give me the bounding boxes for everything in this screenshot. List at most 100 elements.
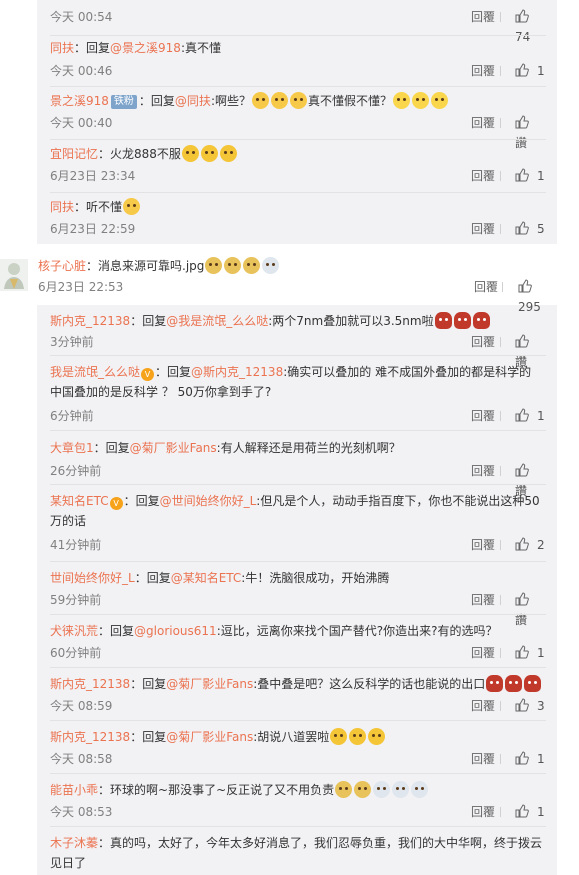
comment-time: 41分钟前 xyxy=(50,538,102,552)
like-button[interactable]: 1 xyxy=(515,643,545,663)
username-link[interactable]: 斯内克_12138 xyxy=(50,314,130,328)
reply-button[interactable]: 回覆 xyxy=(474,277,498,297)
mention-link[interactable]: @同扶 xyxy=(175,94,211,108)
thumbs-up-icon xyxy=(515,592,529,606)
username-link[interactable]: 能苗小乖 xyxy=(50,783,98,797)
reply-prefix: ：回复 xyxy=(74,41,111,55)
laughing-emoji-icon xyxy=(412,92,429,109)
username-link[interactable]: 我是流氓_么么哒 xyxy=(50,365,140,379)
reply-button[interactable]: 回覆 xyxy=(471,590,495,610)
divider xyxy=(500,118,501,128)
thumbs-up-icon xyxy=(515,645,529,659)
main-comment: 核子心脏：消息来源可靠吗.jpg xyxy=(38,256,280,276)
reply-button[interactable]: 回覆 xyxy=(471,696,495,716)
thumbs-up-icon xyxy=(515,537,529,551)
divider xyxy=(500,171,501,181)
like-count: 1 xyxy=(537,64,545,78)
like-button[interactable]: 5 xyxy=(515,219,545,239)
mention-link[interactable]: @世间始终你好_L xyxy=(160,494,257,508)
divider xyxy=(50,484,546,485)
like-button[interactable]: 1 xyxy=(515,166,545,186)
username-link[interactable]: 某知名ETC xyxy=(50,494,109,508)
reply-button[interactable]: 回覆 xyxy=(471,61,495,81)
laughing-emoji-icon xyxy=(393,92,410,109)
like-button[interactable]: 1 xyxy=(515,749,545,769)
reply-button[interactable]: 回覆 xyxy=(471,219,495,239)
comment-time: 6分钟前 xyxy=(50,409,94,423)
thumbs-up-icon xyxy=(515,9,529,23)
username-link[interactable]: 景之溪918 xyxy=(50,94,109,108)
username-link[interactable]: 木子沐蓁 xyxy=(50,836,98,850)
mention-link[interactable]: @我是流氓_么么哒 xyxy=(166,314,268,328)
divider xyxy=(50,430,546,431)
reply-prefix: ：回复 xyxy=(93,441,130,455)
divider xyxy=(50,355,546,356)
list-item: 我是流氓_么么哒 V ：回复@斯内克_12138:确实可以叠加的 难不成国外叠加的都… xyxy=(50,362,546,426)
comment-meta: 26分钟前 回覆 讚 xyxy=(50,461,546,498)
comment-text: ：听不懂 xyxy=(74,200,123,214)
like-button[interactable]: 3 xyxy=(515,696,545,716)
thumbs-up-icon xyxy=(515,221,529,235)
comment-text: :牛！洗脑很成功，开始沸腾 xyxy=(241,571,390,585)
crying-emoji-icon xyxy=(270,92,288,109)
username-link[interactable]: 斯内克_12138 xyxy=(50,677,130,691)
list-item: 斯内克_12138：回复@菊厂影业Fans:叠中叠是吧？这么反科学的话也能说的出… xyxy=(50,674,546,716)
username-link[interactable]: 世间始终你好_L xyxy=(50,571,135,585)
comment-time: 今天 08:53 xyxy=(50,805,113,819)
divider xyxy=(500,466,501,476)
mention-link[interactable]: @菊厂影业Fans xyxy=(130,441,217,455)
comment-meta: 今天 00:40 回覆 讚 xyxy=(50,113,546,150)
username-link[interactable]: 斯内克_12138 xyxy=(50,730,130,744)
reply-prefix: ：回复 xyxy=(130,730,167,744)
username-link[interactable]: 同扶 xyxy=(50,200,74,214)
list-item: 同扶：回复@景之溪918:真不懂 今天 00:46 回覆 1 xyxy=(50,38,546,81)
mention-link[interactable]: @斯内克_12138 xyxy=(191,365,283,379)
comment-text: :两个7nm叠加就可以3.5nm啦 xyxy=(268,314,434,328)
username-link[interactable]: 犬徕汎荒 xyxy=(50,624,98,638)
mention-link[interactable]: @菊厂影业Fans xyxy=(166,730,253,744)
username-link[interactable]: 同扶 xyxy=(50,41,74,55)
reply-button[interactable]: 回覆 xyxy=(471,332,495,352)
like-count: 1 xyxy=(537,805,545,819)
like-count: 1 xyxy=(537,169,545,183)
cheeky-emoji-icon xyxy=(200,145,218,162)
doge-emoji-icon xyxy=(224,257,242,274)
list-item: 宜阳记忆：火龙888不服 6月23日 23:34 回覆 1 xyxy=(50,144,546,186)
doge-emoji-icon xyxy=(205,257,223,274)
reply-button[interactable]: 回覆 xyxy=(471,535,495,555)
avatar[interactable] xyxy=(0,259,28,291)
mention-link[interactable]: @glorious611 xyxy=(134,624,217,638)
username-link[interactable]: 大章包1 xyxy=(50,441,94,455)
reply-button[interactable]: 回覆 xyxy=(471,7,495,27)
crying-emoji-icon xyxy=(289,92,307,109)
doge-emoji-icon xyxy=(243,257,261,274)
mention-link[interactable]: @菊厂影业Fans xyxy=(166,677,253,691)
mention-link[interactable]: @景之溪918 xyxy=(110,41,181,55)
reply-button[interactable]: 回覆 xyxy=(471,113,495,133)
fist-emoji-icon xyxy=(505,675,523,692)
comment-text: :逗比，远离你来找个国产替代?你造出来?有的选吗？ xyxy=(216,624,498,638)
reply-button[interactable]: 回覆 xyxy=(471,643,495,663)
list-item: 斯内克_12138：回复@菊厂影业Fans:胡说八道罢啦 今天 08:58 回覆… xyxy=(50,727,546,769)
list-item: 木子沐蓁：真的吗，太好了，今年太多好消息了，我们忍辱负重，我们的大中华啊，终于拨… xyxy=(50,833,546,873)
reply-button[interactable]: 回覆 xyxy=(471,166,495,186)
username-link[interactable]: 核子心脏 xyxy=(38,259,86,273)
reply-button[interactable]: 回覆 xyxy=(471,802,495,822)
reply-button[interactable]: 回覆 xyxy=(471,749,495,769)
thumbs-up-icon xyxy=(515,804,529,818)
like-button[interactable]: 1 xyxy=(515,406,545,426)
like-button[interactable]: 1 xyxy=(515,802,545,822)
reply-button[interactable]: 回覆 xyxy=(471,461,495,481)
reply-button[interactable]: 回覆 xyxy=(471,406,495,426)
divider xyxy=(50,667,546,668)
divider xyxy=(500,224,501,234)
reply-prefix: ：回复 xyxy=(123,494,160,508)
username-link[interactable]: 宜阳记忆 xyxy=(50,147,98,161)
like-button[interactable]: 1 xyxy=(515,61,545,81)
like-button[interactable]: 2 xyxy=(515,535,545,555)
dizzy-emoji-icon xyxy=(373,781,391,798)
cheeky-emoji-icon xyxy=(219,145,237,162)
comment-section: 今天 00:54 回覆 74 同扶：回复@景之溪918:真不懂 今天 00:46… xyxy=(0,0,579,875)
mention-link[interactable]: @某知名ETC xyxy=(171,571,242,585)
list-item: 能苗小乖：环球的啊~那没事了~反正说了又不用负责 今天 08:53 回覆 1 xyxy=(50,780,546,822)
